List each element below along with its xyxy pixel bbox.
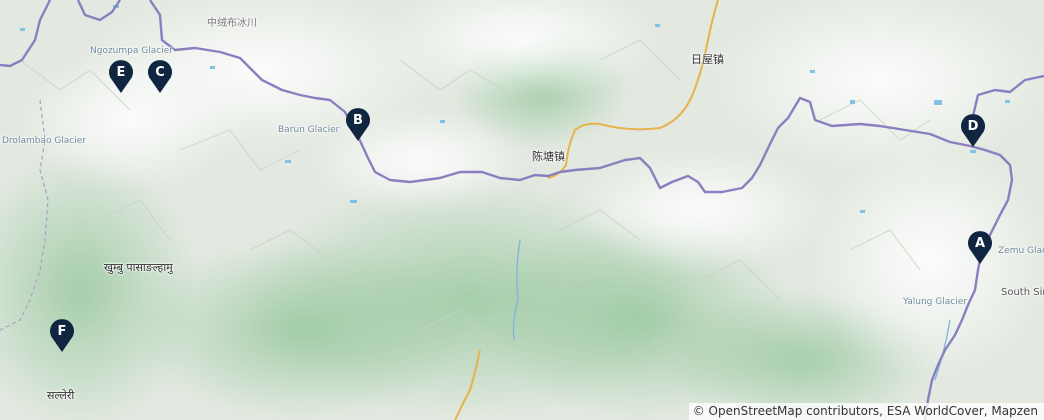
place-label-drolambao-glacier: Drolambao Glacier [2, 136, 86, 146]
place-label-riwu: 日屋镇 [691, 53, 724, 66]
place-label-south-sim: South Sim [1001, 287, 1044, 298]
map-marker-label: D [967, 119, 979, 134]
place-label-salleri: सल्लेरी [47, 389, 75, 402]
place-label-zemu-glacier: Zemu Glac [998, 246, 1044, 256]
map-marker-label: F [57, 324, 67, 339]
map-marker-a[interactable]: A [967, 231, 993, 265]
map-marker-label: B [353, 113, 363, 128]
map-marker-label: A [974, 236, 986, 251]
map-marker-e[interactable]: E [108, 60, 134, 94]
place-label-zhongrongbu-glacier: 中绒布冰川 [207, 18, 257, 29]
map-marker-f[interactable]: F [49, 319, 75, 353]
map-attribution[interactable]: © OpenStreetMap contributors, ESA WorldC… [688, 403, 1044, 420]
place-label-ngozumpa-glacier: Ngozumpa Glacier [90, 46, 173, 56]
place-label-chentang: 陈塘镇 [532, 150, 565, 163]
place-label-khumbu-pasanglhamu: खुम्बु पासाङल्हामु [104, 261, 173, 274]
place-label-barun-glacier: Barun Glacier [278, 125, 340, 135]
place-label-yalung-glacier: Yalung Glacier [903, 297, 967, 307]
map-marker-d[interactable]: D [960, 114, 986, 148]
map-marker-label: C [155, 65, 165, 80]
map-marker-c[interactable]: C [147, 60, 173, 94]
map-canvas[interactable]: Ngozumpa Glacier 中绒布冰川 日屋镇 Barun Glacier… [0, 0, 1044, 420]
map-marker-b[interactable]: B [345, 108, 371, 142]
map-marker-label: E [116, 65, 126, 80]
